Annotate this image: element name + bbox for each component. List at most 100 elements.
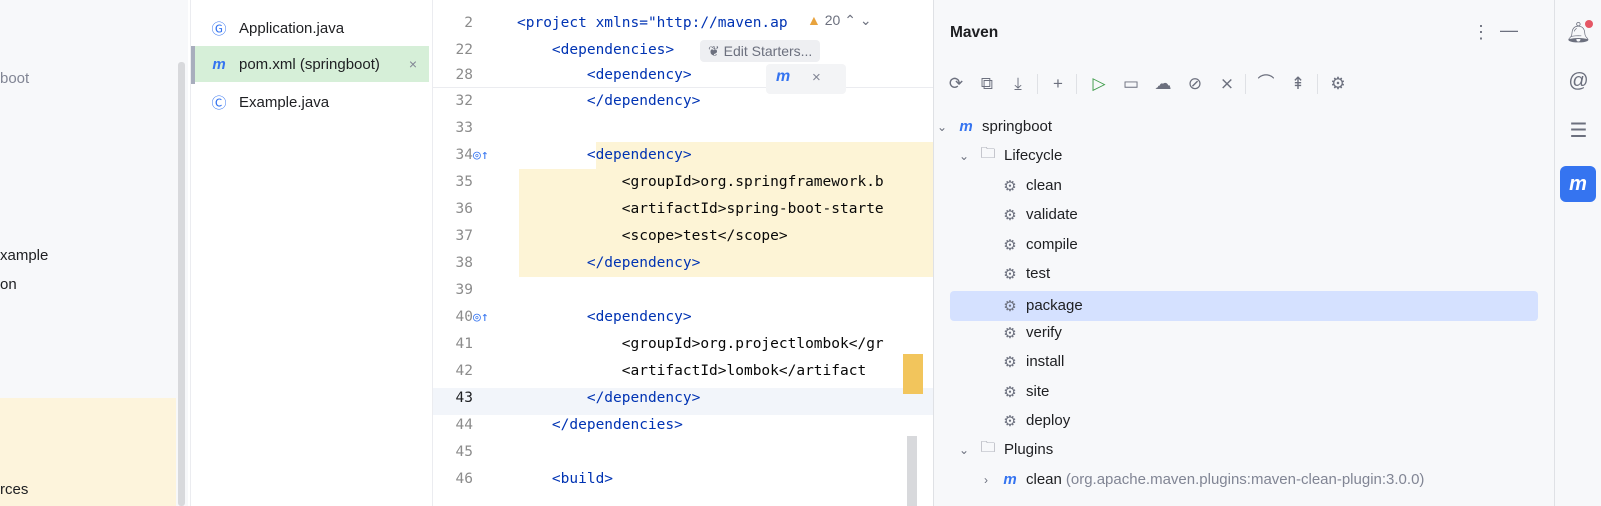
- error-stripe-mark[interactable]: [903, 354, 923, 394]
- ai-assistant-icon[interactable]: @: [1555, 70, 1601, 93]
- settings-icon[interactable]: ⚙: [1326, 72, 1350, 96]
- lifecycle-goal[interactable]: ⚙ compile: [1000, 230, 1078, 259]
- gear-icon: ⚙: [1003, 297, 1017, 315]
- line-number: 37: [455, 228, 473, 244]
- line-number: 40: [455, 309, 473, 325]
- maven-icon: m: [212, 55, 226, 73]
- reload-icon[interactable]: ⟳: [944, 72, 968, 96]
- goal-label: verify: [1026, 324, 1062, 341]
- lifecycle-goal[interactable]: ⚙ test: [1000, 259, 1050, 288]
- code-line: <dependency>: [517, 309, 692, 325]
- java-class-icon: Ⓒ: [211, 94, 227, 112]
- maven-reload-popup: m ×: [766, 64, 846, 94]
- skip-tests-icon[interactable]: ⊘: [1183, 72, 1207, 96]
- line-number: 43: [455, 390, 473, 406]
- tree-node-plugins[interactable]: ⌄ 🗀 Plugins: [956, 435, 1053, 464]
- file-name: Application.java: [239, 19, 345, 37]
- override-icon[interactable]: ◎↑: [473, 142, 493, 169]
- download-icon[interactable]: ⤓: [1006, 72, 1030, 96]
- panel-title: Maven: [950, 24, 999, 41]
- line-number: 32: [455, 93, 473, 109]
- line-number: 39: [455, 282, 473, 298]
- notifications-icon[interactable]: 🔔︎: [1555, 20, 1601, 45]
- code-line: <groupId>org.projectlombok</gr: [517, 336, 884, 352]
- line-number: 42: [455, 363, 473, 379]
- code-line: </dependency>: [517, 255, 701, 271]
- node-label: Lifecycle: [1004, 147, 1063, 164]
- code-line: <dependency>: [517, 147, 692, 163]
- tree-item[interactable]: xample: [0, 247, 48, 264]
- inlay-label: Edit Starters...: [723, 43, 813, 59]
- override-icon[interactable]: ◎↑: [473, 304, 493, 331]
- close-icon[interactable]: ×: [409, 56, 417, 72]
- chevron-up-icon[interactable]: ⌃: [844, 12, 856, 28]
- code-line: <dependencies>: [517, 42, 675, 58]
- code-editor[interactable]: 34 ◎↑ <dependency> 35 <groupId>org.spring…: [432, 0, 935, 506]
- tree-item[interactable]: boot: [0, 70, 29, 87]
- file-item-application[interactable]: Ⓖ Application.java: [191, 10, 429, 46]
- goal-label: test: [1026, 265, 1051, 282]
- code-line: <scope>test</scope>: [517, 228, 788, 244]
- tool-window-strip: 🔔︎ @ ☰ m: [1554, 0, 1601, 506]
- generate-sources-icon[interactable]: ⧉: [975, 72, 999, 96]
- goal-label: site: [1026, 383, 1050, 400]
- offline-icon[interactable]: ☁: [1151, 72, 1175, 96]
- minimize-icon[interactable]: —: [1500, 20, 1518, 41]
- inspection-widget[interactable]: ▲ 20 ⌃ ⌄: [807, 12, 872, 29]
- code-line: <groupId>org.springframework.b: [517, 174, 884, 190]
- show-icon[interactable]: ⇞: [1286, 72, 1310, 96]
- tree-item[interactable]: on: [0, 276, 17, 293]
- maven-icon: m: [959, 118, 973, 135]
- gear-icon: ⚙: [1003, 177, 1017, 195]
- editor-scrollbar[interactable]: [907, 436, 917, 506]
- collapse-icon[interactable]: ⨯: [1215, 72, 1239, 96]
- line-number: 44: [455, 417, 473, 433]
- chevron-right-icon[interactable]: ›: [978, 473, 994, 487]
- tree-scrollbar[interactable]: [178, 62, 185, 506]
- lifecycle-goal[interactable]: ⚙ site: [1000, 377, 1049, 406]
- gear-icon: ⚙: [1003, 412, 1017, 430]
- code-line: <artifactId>spring-boot-starte: [517, 201, 884, 217]
- plugin-icon: m: [1003, 471, 1017, 488]
- file-item-pom[interactable]: m pom.xml (springboot) ×: [191, 46, 429, 82]
- run-icon[interactable]: ▷: [1087, 72, 1111, 96]
- maven-tool-icon[interactable]: m: [1560, 166, 1596, 202]
- tree-node-root[interactable]: ⌄ m springboot: [934, 112, 1052, 141]
- add-icon[interactable]: +: [1046, 72, 1070, 96]
- file-list: Ⓖ Application.java m pom.xml (springboot…: [190, 0, 431, 506]
- line-number: 28: [455, 67, 473, 83]
- goal-label: compile: [1026, 236, 1078, 253]
- chevron-down-icon[interactable]: ⌄: [934, 120, 950, 134]
- chevron-down-icon[interactable]: ⌄: [860, 12, 872, 28]
- line-number: 35: [455, 174, 473, 190]
- tree-item[interactable]: rces: [0, 481, 28, 498]
- lifecycle-goal[interactable]: ⚙ verify: [1000, 318, 1062, 347]
- tree-node-lifecycle[interactable]: ⌄ 🗀 Lifecycle: [956, 141, 1062, 170]
- more-options-icon[interactable]: ⋮: [1472, 22, 1490, 43]
- file-item-example[interactable]: Ⓒ Example.java: [191, 84, 429, 120]
- line-number: 46: [455, 471, 473, 487]
- java-app-icon: Ⓖ: [211, 20, 227, 38]
- execute-goal-icon[interactable]: ▭: [1119, 72, 1143, 96]
- code-line: <dependency>: [517, 67, 692, 83]
- folder-icon: 🗀: [980, 145, 996, 162]
- lifecycle-goal-selected[interactable]: ⚙ package: [1000, 291, 1082, 320]
- lifecycle-goal[interactable]: ⚙ clean: [1000, 171, 1062, 200]
- code-line: <build>: [517, 471, 614, 487]
- node-label: springboot: [982, 118, 1053, 135]
- lifecycle-goal[interactable]: ⚙ validate: [1000, 200, 1077, 229]
- chevron-down-icon[interactable]: ⌄: [956, 443, 972, 457]
- close-icon[interactable]: ×: [812, 69, 821, 86]
- gear-icon: ⚙: [1003, 236, 1017, 254]
- lifecycle-goal[interactable]: ⚙ deploy: [1000, 406, 1070, 435]
- edit-starters-hint[interactable]: ❦ Edit Starters...: [700, 40, 821, 62]
- database-icon[interactable]: ☰: [1555, 118, 1601, 143]
- maven-reload-icon[interactable]: m: [776, 68, 790, 86]
- lifecycle-goal[interactable]: ⚙ install: [1000, 347, 1064, 376]
- folder-icon: 🗀: [980, 439, 996, 456]
- code-line: <project xmlns="http://maven.ap: [517, 15, 788, 31]
- file-list-scroll-thumb[interactable]: [191, 46, 195, 84]
- plugin-clean[interactable]: › m clean (org.apache.maven.plugins:mave…: [978, 465, 1424, 494]
- dependencies-icon[interactable]: ⌒: [1254, 72, 1278, 96]
- chevron-down-icon[interactable]: ⌄: [956, 149, 972, 163]
